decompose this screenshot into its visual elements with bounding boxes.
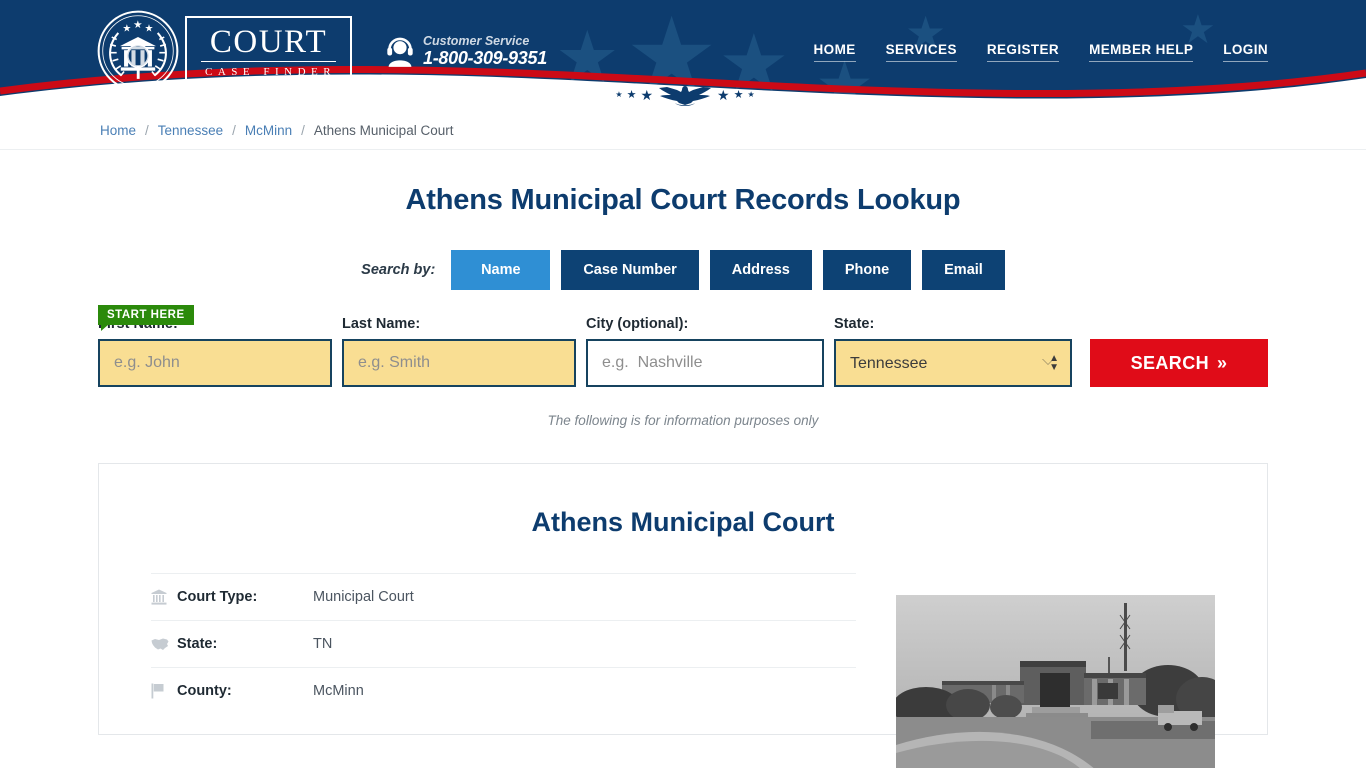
tab-case-number[interactable]: Case Number — [561, 250, 698, 290]
detail-label-state: State: — [177, 636, 313, 652]
breadcrumb-item-current: Athens Municipal Court — [314, 123, 454, 138]
eagle-icon — [657, 82, 713, 108]
breadcrumb-item-home[interactable]: Home — [100, 123, 136, 138]
detail-label-court-type: Court Type: — [177, 589, 313, 605]
main-navigation: HOME SERVICES REGISTER MEMBER HELP LOGIN — [814, 42, 1268, 62]
breadcrumb-separator: / — [301, 123, 305, 138]
court-detail-list: Court Type: Municipal Court State: TN — [151, 573, 856, 768]
us-map-icon — [151, 637, 177, 651]
search-by-label: Search by: — [361, 262, 435, 278]
site-header: ★ ★ ★ ★ ★ ★ ★ ★ ★ — [0, 0, 1366, 112]
nav-item-login[interactable]: LOGIN — [1223, 42, 1268, 62]
city-input[interactable] — [586, 339, 824, 387]
customer-service-label: Customer Service — [423, 34, 547, 48]
court-seal-icon: ★ ★ ★ — [97, 10, 179, 92]
start-here-badge: START HERE — [98, 305, 194, 325]
courthouse-bank-icon — [151, 589, 177, 605]
eagle-stars-emblem: ★ ★ ★ ★ ★ ★ — [590, 78, 780, 112]
city-field-group: City (optional): — [586, 316, 824, 387]
last-name-label: Last Name: — [342, 316, 576, 332]
tab-name[interactable]: Name — [451, 250, 550, 290]
search-button-label: SEARCH — [1131, 353, 1209, 374]
main-content: Athens Municipal Court Records Lookup Se… — [0, 184, 1366, 735]
svg-text:★: ★ — [133, 19, 143, 31]
tab-email[interactable]: Email — [922, 250, 1005, 290]
svg-text:★: ★ — [145, 23, 154, 34]
breadcrumb-item-tennessee[interactable]: Tennessee — [158, 123, 223, 138]
detail-row-county: County: McMinn — [151, 667, 856, 714]
logo-sub-text: CASE FINDER — [201, 66, 336, 78]
detail-row-state: State: TN — [151, 620, 856, 667]
nav-item-register[interactable]: REGISTER — [987, 42, 1059, 62]
logo-wordmark: COURT CASE FINDER — [185, 16, 352, 86]
search-button[interactable]: SEARCH » — [1090, 339, 1268, 387]
court-name-heading: Athens Municipal Court — [151, 464, 1215, 538]
city-label: City (optional): — [586, 316, 824, 332]
breadcrumb-separator: / — [145, 123, 149, 138]
nav-item-member-help[interactable]: MEMBER HELP — [1089, 42, 1193, 62]
breadcrumb-item-mcminn[interactable]: McMinn — [245, 123, 292, 138]
court-info-card: Athens Municipal Court Court — [98, 463, 1268, 735]
breadcrumb: Home / Tennessee / McMinn / Athens Munic… — [100, 123, 453, 138]
tab-address[interactable]: Address — [710, 250, 812, 290]
customer-service-block[interactable]: Customer Service 1-800-309-9351 — [386, 34, 547, 69]
tab-phone[interactable]: Phone — [823, 250, 911, 290]
breadcrumb-bar: Home / Tennessee / McMinn / Athens Munic… — [0, 112, 1366, 150]
search-form: START HERE First Name: Last Name: City (… — [0, 316, 1366, 387]
search-by-tabs: Search by: Name Case Number Address Phon… — [0, 250, 1366, 290]
detail-value-court-type: Municipal Court — [313, 589, 414, 605]
svg-text:★: ★ — [122, 23, 131, 34]
flag-icon — [151, 683, 177, 699]
last-name-field-group: Last Name: — [342, 316, 576, 387]
nav-item-home[interactable]: HOME — [814, 42, 856, 62]
logo-main-text: COURT — [201, 25, 336, 62]
court-card-body: Court Type: Municipal Court State: TN — [151, 573, 1215, 768]
detail-value-state: TN — [313, 636, 332, 652]
first-name-field-group: First Name: — [98, 316, 332, 387]
first-name-input[interactable] — [98, 339, 332, 387]
last-name-input[interactable] — [342, 339, 576, 387]
detail-value-county: McMinn — [313, 683, 364, 699]
courthouse-building-photo — [896, 595, 1215, 768]
disclaimer-text: The following is for information purpose… — [0, 413, 1366, 428]
state-select[interactable]: Tennessee — [834, 339, 1072, 387]
courthouse-photo-illustration — [896, 595, 1215, 768]
breadcrumb-separator: / — [232, 123, 236, 138]
headset-support-icon — [386, 37, 414, 67]
detail-row-court-type: Court Type: Municipal Court — [151, 573, 856, 620]
double-chevron-right-icon: » — [1217, 353, 1227, 374]
detail-label-county: County: — [177, 683, 313, 699]
state-label: State: — [834, 316, 1072, 332]
customer-service-phone[interactable]: 1-800-309-9351 — [423, 48, 547, 69]
state-field-group: State: Tennessee ▲▼ — [834, 316, 1072, 387]
state-select-wrapper: Tennessee ▲▼ — [834, 339, 1072, 387]
nav-item-services[interactable]: SERVICES — [886, 42, 957, 62]
site-logo[interactable]: ★ ★ ★ COURT CASE FINDER — [97, 10, 352, 92]
page-title: Athens Municipal Court Records Lookup — [0, 184, 1366, 217]
